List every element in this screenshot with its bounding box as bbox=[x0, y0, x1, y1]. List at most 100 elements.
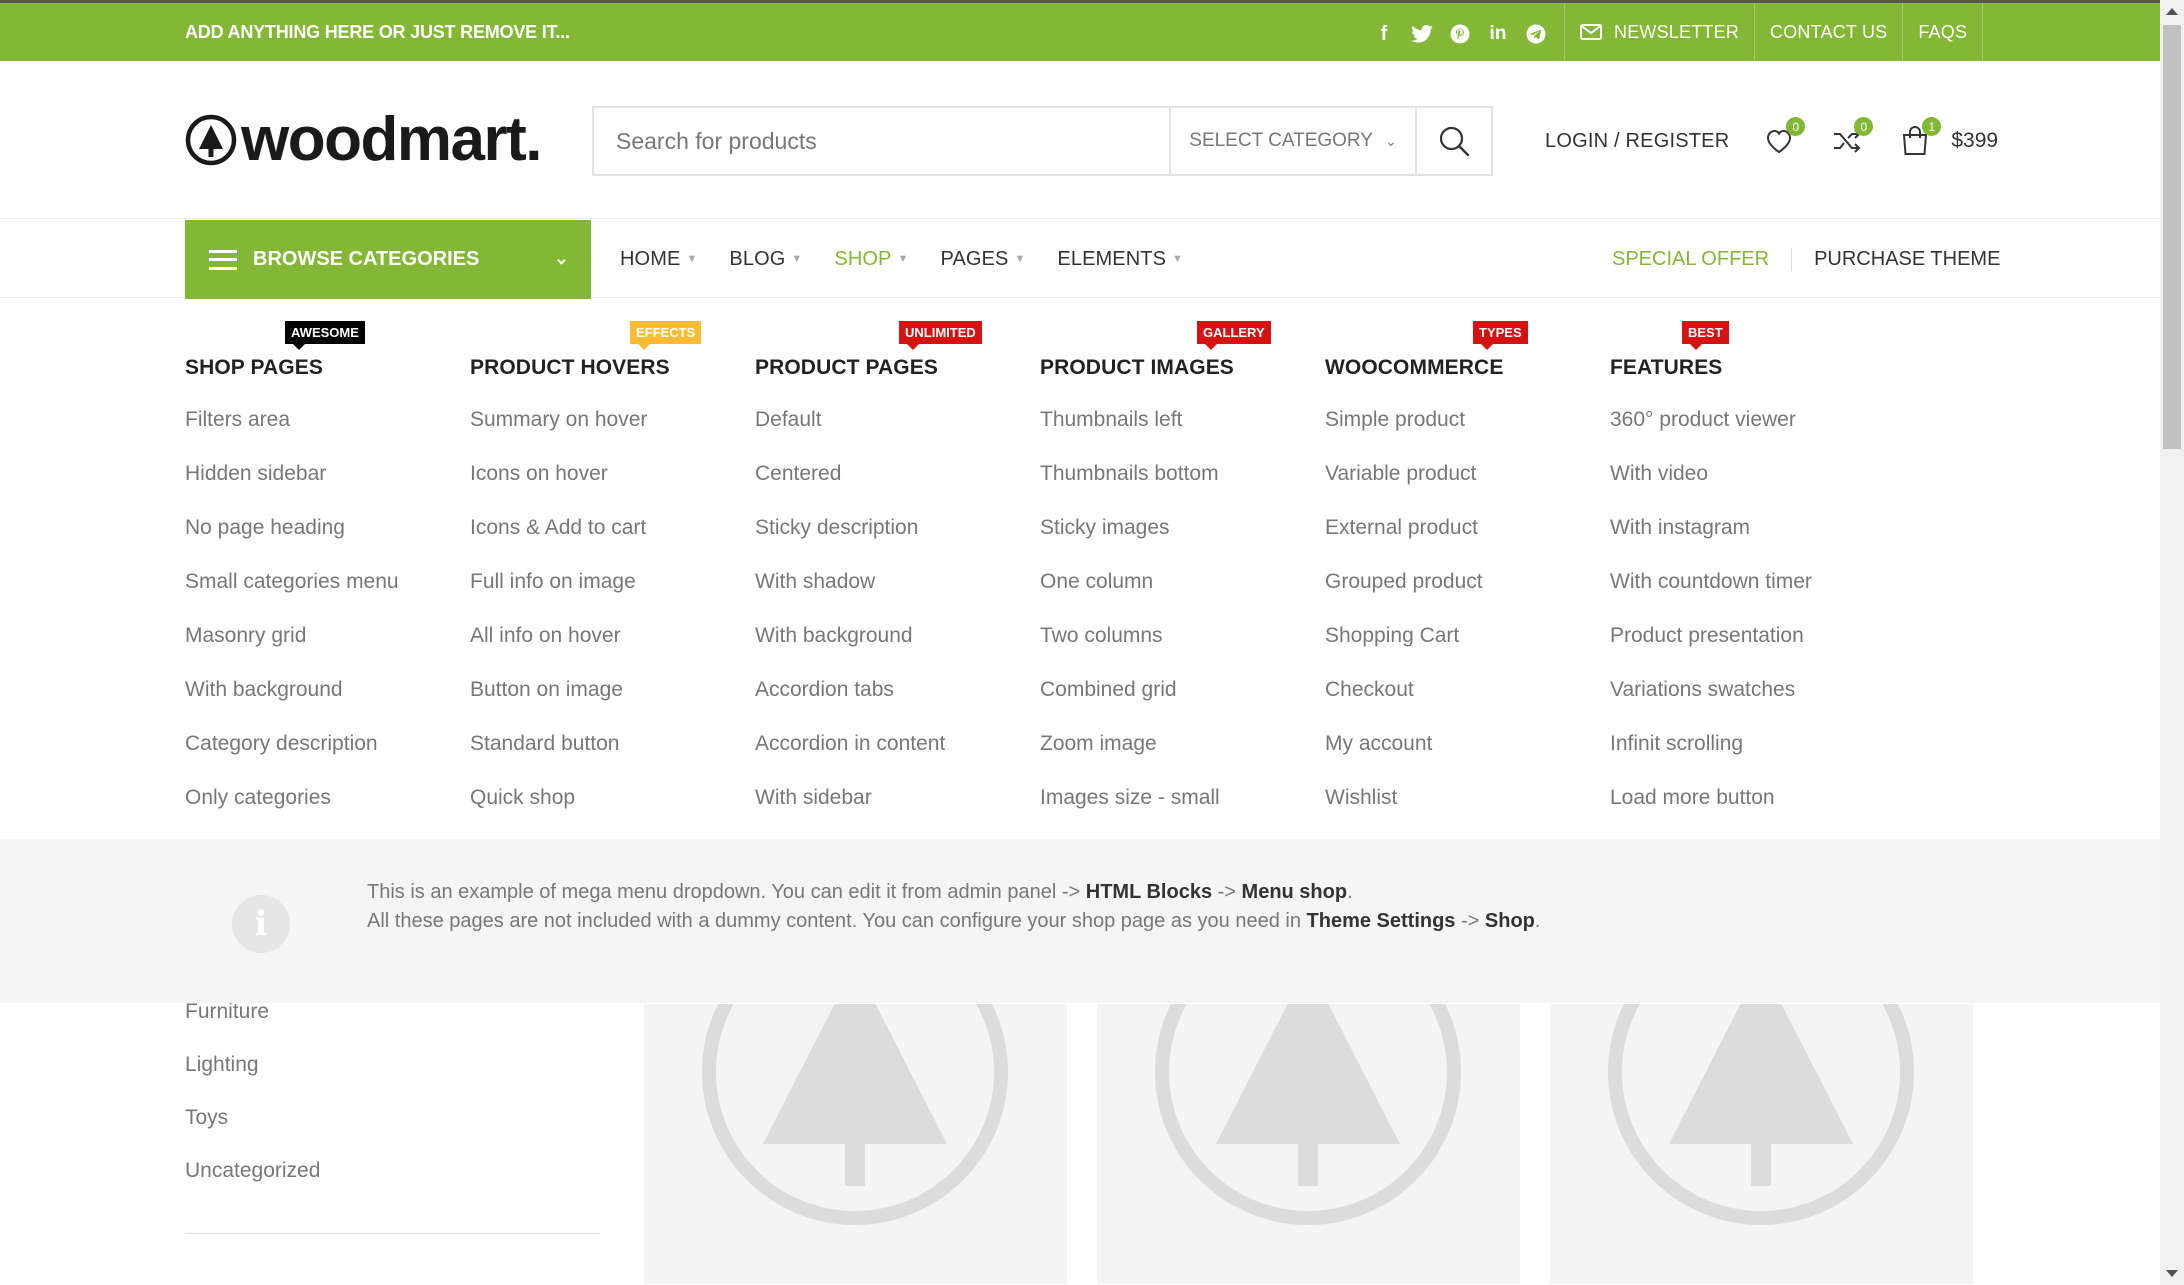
mega-menu-link[interactable]: Accordion in content bbox=[755, 732, 945, 786]
mega-menu-link[interactable]: With background bbox=[755, 624, 945, 678]
linkedin-icon[interactable]: in bbox=[1484, 20, 1512, 48]
header-actions: LOGIN / REGISTER 0 0 1 $399 bbox=[1545, 117, 1998, 159]
menu-shop-link[interactable]: Menu shop bbox=[1242, 881, 1348, 903]
mega-menu-link[interactable]: Checkout bbox=[1325, 678, 1483, 732]
special-offer-link[interactable]: SPECIAL OFFER bbox=[1612, 247, 1793, 271]
telegram-icon[interactable] bbox=[1522, 20, 1550, 48]
faqs-link[interactable]: FAQS bbox=[1902, 3, 1984, 61]
chevron-down-icon: ▼ bbox=[1172, 253, 1184, 265]
column-title[interactable]: WOOCOMMERCE bbox=[1325, 356, 1503, 380]
browse-categories-label: BROWSE CATEGORIES bbox=[253, 248, 480, 270]
mega-menu-link[interactable]: With video bbox=[1610, 462, 1812, 516]
menu-item-shop[interactable]: SHOP ▼ bbox=[834, 248, 908, 271]
theme-settings-link[interactable]: Theme Settings bbox=[1307, 910, 1456, 932]
pinterest-icon[interactable] bbox=[1446, 20, 1474, 48]
wishlist-button[interactable]: 0 bbox=[1761, 117, 1806, 159]
scroll-down-arrow-icon[interactable] bbox=[2166, 1270, 2178, 1277]
mega-menu-link[interactable]: Thumbnails bottom bbox=[1040, 462, 1220, 516]
mega-menu-link[interactable]: Product presentation bbox=[1610, 624, 1812, 678]
mega-menu-link[interactable]: Two columns bbox=[1040, 624, 1220, 678]
mega-menu-link[interactable]: Category description bbox=[185, 732, 399, 786]
mega-menu-link[interactable]: 360° product viewer bbox=[1610, 408, 1812, 462]
html-blocks-link[interactable]: HTML Blocks bbox=[1086, 881, 1212, 903]
mega-menu-link[interactable]: Centered bbox=[755, 462, 945, 516]
category-link[interactable]: Toys bbox=[185, 1106, 600, 1159]
menu-item-elements[interactable]: ELEMENTS ▼ bbox=[1057, 248, 1183, 271]
search-button[interactable] bbox=[1415, 108, 1491, 174]
mega-menu-link[interactable]: Combined grid bbox=[1040, 678, 1220, 732]
mega-menu-link[interactable]: All info on hover bbox=[470, 624, 647, 678]
mega-menu-link[interactable]: Only categories bbox=[185, 786, 399, 840]
mega-menu-link[interactable]: With background bbox=[185, 678, 399, 732]
mega-menu-link[interactable]: Button on image bbox=[470, 678, 647, 732]
mega-menu-link[interactable]: With instagram bbox=[1610, 516, 1812, 570]
product-placeholder-image[interactable] bbox=[1097, 1004, 1520, 1284]
menu-item-blog[interactable]: BLOG ▼ bbox=[729, 248, 802, 271]
mega-menu-link[interactable]: Images size - small bbox=[1040, 786, 1220, 840]
mega-menu-link[interactable]: Shopping Cart bbox=[1325, 624, 1483, 678]
column-title[interactable]: PRODUCT HOVERS bbox=[470, 356, 670, 380]
select-category-label: SELECT CATEGORY bbox=[1189, 130, 1373, 151]
mega-menu-link[interactable]: Icons & Add to cart bbox=[470, 516, 647, 570]
mega-menu-link[interactable]: One column bbox=[1040, 570, 1220, 624]
mega-menu-link[interactable]: Hidden sidebar bbox=[185, 462, 399, 516]
column-title[interactable]: FEATURES bbox=[1610, 356, 1722, 380]
mega-menu-link[interactable]: Wishlist bbox=[1325, 786, 1483, 840]
mega-menu-link[interactable]: Simple product bbox=[1325, 408, 1483, 462]
mega-menu-link[interactable]: Masonry grid bbox=[185, 624, 399, 678]
facebook-icon[interactable]: f bbox=[1370, 20, 1398, 48]
purchase-theme-link[interactable]: PURCHASE THEME bbox=[1792, 248, 2000, 271]
mega-menu-link[interactable]: Full info on image bbox=[470, 570, 647, 624]
mega-menu-link[interactable]: With countdown timer bbox=[1610, 570, 1812, 624]
cart-button[interactable]: 1 $399 bbox=[1897, 117, 1998, 159]
mega-menu-link[interactable]: My account bbox=[1325, 732, 1483, 786]
product-placeholder-image[interactable] bbox=[1550, 1004, 1973, 1284]
newsletter-link[interactable]: NEWSLETTER bbox=[1564, 3, 1754, 61]
mega-menu-link[interactable]: External product bbox=[1325, 516, 1483, 570]
mega-menu-link[interactable]: Zoom image bbox=[1040, 732, 1220, 786]
mega-menu-link[interactable]: Infinit scrolling bbox=[1610, 732, 1812, 786]
menu-item-pages[interactable]: PAGES ▼ bbox=[940, 248, 1025, 271]
column-title[interactable]: SHOP PAGES bbox=[185, 356, 323, 380]
mega-menu-link[interactable]: Variations swatches bbox=[1610, 678, 1812, 732]
mega-menu-link[interactable]: Thumbnails left bbox=[1040, 408, 1220, 462]
compare-count-badge: 0 bbox=[1854, 117, 1874, 136]
login-register-link[interactable]: LOGIN / REGISTER bbox=[1545, 130, 1729, 153]
mega-menu-link[interactable]: Sticky description bbox=[755, 516, 945, 570]
mega-menu-link[interactable]: Variable product bbox=[1325, 462, 1483, 516]
mega-menu-link[interactable]: Small categories menu bbox=[185, 570, 399, 624]
search-input[interactable] bbox=[594, 108, 1169, 174]
mega-menu-link[interactable]: Icons on hover bbox=[470, 462, 647, 516]
mega-menu-link[interactable]: With sidebar bbox=[755, 786, 945, 840]
mega-menu-link[interactable]: Grouped product bbox=[1325, 570, 1483, 624]
category-link[interactable]: Furniture bbox=[185, 1000, 600, 1053]
mega-menu-link[interactable]: Default bbox=[755, 408, 945, 462]
category-link[interactable]: Lighting bbox=[185, 1053, 600, 1106]
shop-settings-link[interactable]: Shop bbox=[1485, 910, 1535, 932]
site-logo[interactable]: woodmart. bbox=[185, 109, 542, 171]
mega-menu-link[interactable]: Accordion tabs bbox=[755, 678, 945, 732]
select-category-dropdown[interactable]: SELECT CATEGORY ⌄ bbox=[1169, 108, 1415, 174]
browse-categories-button[interactable]: BROWSE CATEGORIES ⌄ bbox=[185, 220, 591, 299]
menu-badge: GALLERY bbox=[1197, 321, 1271, 350]
product-placeholder-image[interactable] bbox=[644, 1004, 1067, 1284]
mega-menu-link[interactable]: Sticky images bbox=[1040, 516, 1220, 570]
menu-item-home[interactable]: HOME ▼ bbox=[620, 248, 697, 271]
mega-menu-link[interactable]: Load more button bbox=[1610, 786, 1812, 840]
scrollbar-thumb[interactable] bbox=[2163, 25, 2181, 449]
contact-us-link[interactable]: CONTACT US bbox=[1754, 3, 1902, 61]
mega-menu-link[interactable]: With shadow bbox=[755, 570, 945, 624]
mega-menu-link[interactable]: Quick shop bbox=[470, 786, 647, 840]
category-link[interactable]: Uncategorized bbox=[185, 1159, 600, 1212]
twitter-icon[interactable] bbox=[1408, 20, 1436, 48]
mega-menu-link[interactable]: Standard button bbox=[470, 732, 647, 786]
mega-menu-link[interactable]: Filters area bbox=[185, 408, 399, 462]
info-line-1: This is an example of mega menu dropdown… bbox=[367, 881, 1353, 903]
column-title[interactable]: PRODUCT IMAGES bbox=[1040, 356, 1234, 380]
scroll-up-arrow-icon[interactable] bbox=[2166, 8, 2178, 15]
column-title[interactable]: PRODUCT PAGES bbox=[755, 356, 938, 380]
mega-menu-link[interactable]: No page heading bbox=[185, 516, 399, 570]
compare-button[interactable]: 0 bbox=[1829, 117, 1874, 159]
page-scrollbar[interactable] bbox=[2160, 0, 2184, 1285]
mega-menu-link[interactable]: Summary on hover bbox=[470, 408, 647, 462]
